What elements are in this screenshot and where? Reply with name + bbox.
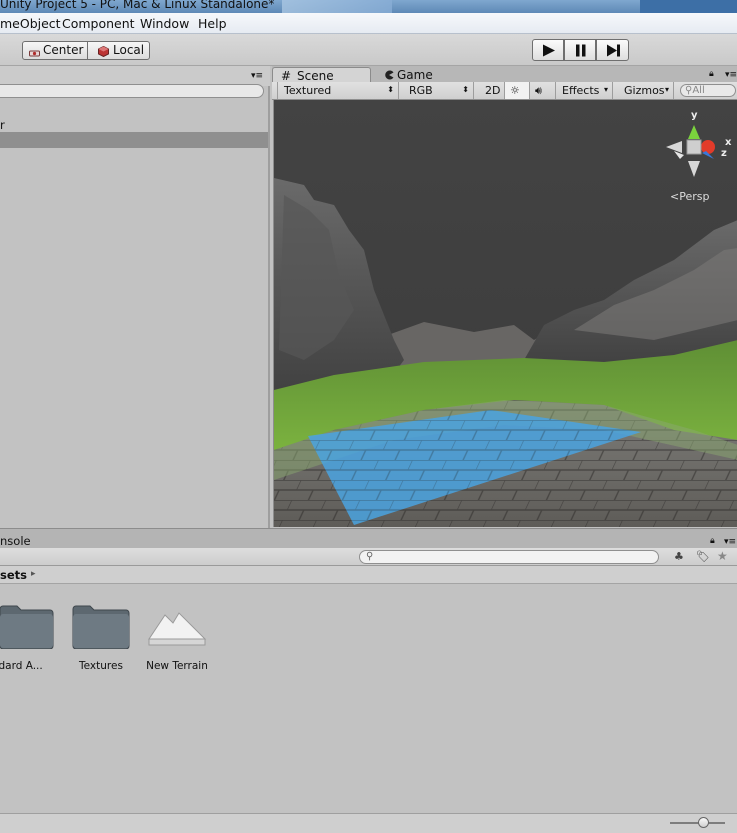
lock-icon[interactable]: 🔒︎ [709,69,714,79]
window-title: Unity Project 5 - PC, Mac & Linux Standa… [0,0,275,11]
favorite-star-icon[interactable]: ★ [717,549,728,563]
gizmo-x-label: x [725,137,732,148]
gizmos-label: Gizmos [624,84,665,97]
breadcrumb-arrow-icon: ▸ [31,569,36,579]
folder-icon [72,605,130,649]
console-tab-strip: nsole 🔒︎ ▾≡ [0,528,737,548]
effects-dropdown[interactable]: Effects ▾ [556,82,613,99]
hierarchy-search-input[interactable] [0,84,264,98]
dropdown-arrow-icon: ▾ [664,85,669,94]
hierarchy-item[interactable]: r [0,117,268,133]
dropdown-arrow-icon: ▾ [603,85,608,94]
lock-icon[interactable]: 🔒︎ [710,536,715,546]
effects-label: Effects [562,84,600,97]
project-toolbar: ⚲ ♣ 🏷︎ ★ [0,548,737,566]
breadcrumb: sets ▸ [0,566,737,584]
menu-bar: meObject Component Window Help [0,13,737,34]
hierarchy-header: ▾≡ [0,66,270,86]
step-button[interactable] [596,39,629,61]
menu-gameobject[interactable]: meObject [0,16,61,31]
menu-component[interactable]: Component [62,16,135,31]
color-mode-dropdown[interactable]: RGB ⬍ [403,82,474,99]
scene-search-input[interactable]: ⚲All [680,84,736,97]
scene-toolbar: Textured ⬍ RGB ⬍ 2D ☼ 🔊︎ Effects ▾ Gizmo… [272,82,737,100]
play-icon [542,44,556,60]
pivot-center-label: Center [43,43,84,57]
updown-arrow-icon: ⬍ [462,85,469,94]
projection-label: Persp [679,190,710,203]
updown-arrow-icon: ⬍ [387,85,394,94]
project-assets-grid: tandard A... Textures New Terrain [0,584,737,813]
titlebar-blur [282,0,392,13]
gizmo-z-label: z [721,148,727,159]
panel-menu-icon[interactable]: ▾≡ [251,71,263,81]
window-title-bar: Unity Project 5 - PC, Mac & Linux Standa… [0,0,737,13]
asset-label: New Terrain [146,660,208,672]
zoom-slider-thumb[interactable] [697,817,709,828]
pause-button[interactable] [564,39,596,61]
perspective-icon: < [670,190,680,203]
scene-audio-toggle[interactable]: 🔊︎ [530,82,556,99]
scene-viewport[interactable]: y x z <Persp [273,100,737,527]
speaker-icon: 🔊︎ [535,84,542,97]
project-search-input[interactable]: ⚲ [359,550,659,564]
scene-lighting-toggle[interactable]: ☼ [505,82,530,99]
tab-scene-label: Scene [297,69,334,83]
play-button[interactable] [532,39,564,61]
panel-menu-icon[interactable]: ▾≡ [725,70,737,80]
filter-by-type-icon[interactable]: ♣ [674,550,684,563]
render-mode-dropdown[interactable]: Textured ⬍ [277,82,399,99]
terrain-icon [148,612,207,646]
asset-label: tandard A... [0,660,43,672]
tab-game-label: Game [397,68,433,82]
menu-help[interactable]: Help [198,16,227,31]
color-mode-value: RGB [409,84,433,97]
center-pivot-icon [29,46,40,57]
tab-console[interactable]: nsole [0,534,31,548]
toggle-2d-button[interactable]: 2D [479,82,505,99]
breadcrumb-assets[interactable]: sets [0,568,27,582]
gizmos-dropdown[interactable]: Gizmos ▾ [618,82,674,99]
hierarchy-panel: ▾≡ r [0,66,270,528]
pivot-local-label: Local [113,43,145,57]
sun-icon: ☼ [510,84,520,97]
search-icon: ⚲ [366,551,374,562]
toggle-2d-label: 2D [485,84,501,97]
local-rotation-icon [98,45,109,58]
filter-by-label-icon[interactable]: 🏷︎ [696,550,710,563]
hierarchy-item-selected[interactable] [0,132,268,148]
menu-window[interactable]: Window [140,16,189,31]
terrain-render [274,100,737,527]
main-toolbar: Center Local [0,34,737,66]
folder-icon [0,605,54,649]
gizmo-y-label: y [691,110,698,121]
panel-menu-icon[interactable]: ▾≡ [724,537,736,547]
playback-controls [532,39,629,61]
step-icon [606,44,621,60]
pivot-local-button[interactable]: Local [87,41,150,60]
asset-label: Textures [79,660,123,672]
pivot-toggle-group: Center Local [22,41,150,60]
projection-toggle[interactable]: <Persp [670,190,709,203]
render-mode-value: Textured [284,84,332,97]
status-bar [0,813,737,833]
titlebar-controls[interactable] [640,0,737,13]
pivot-center-button[interactable]: Center [22,41,88,60]
scene-search-placeholder: All [692,85,705,96]
pause-icon [575,44,587,60]
